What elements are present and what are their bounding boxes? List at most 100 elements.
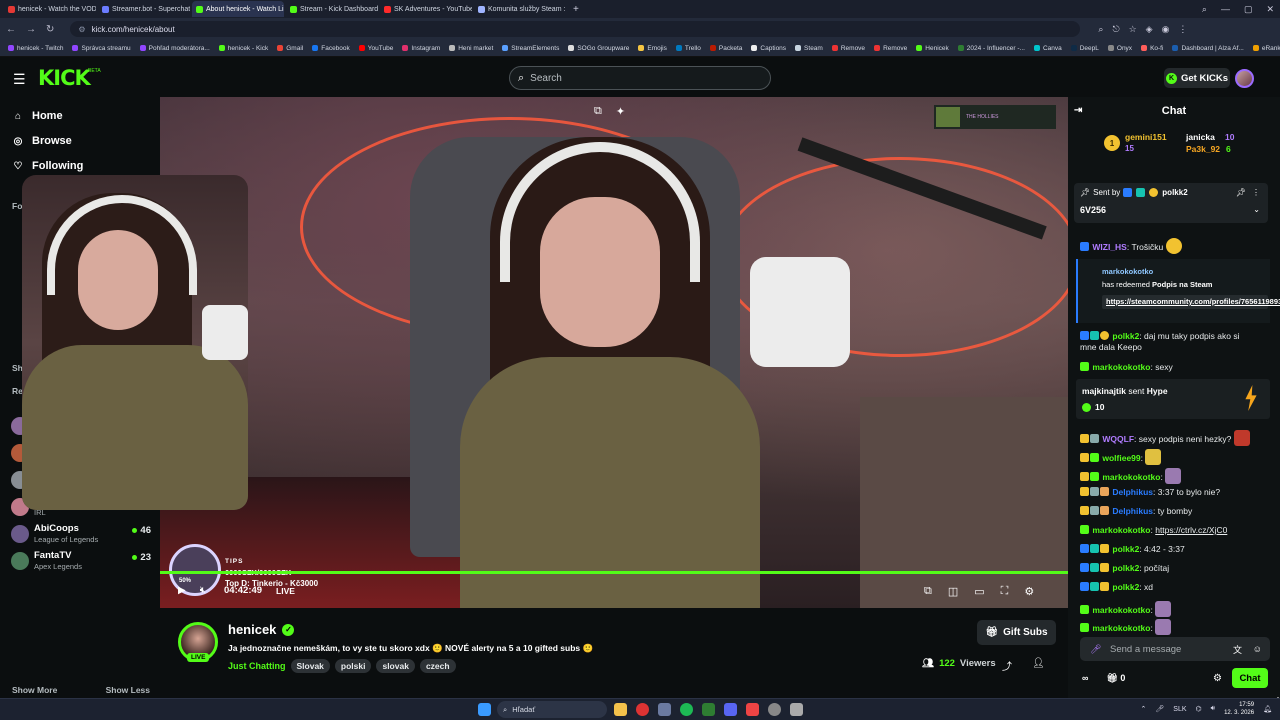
bookmark-item[interactable]: DeepL <box>1070 45 1099 52</box>
chat-message[interactable]: WQQLF: sexy podpis neni hezky? <box>1080 430 1270 446</box>
bookmark-item[interactable]: Trello <box>675 45 701 52</box>
maximize-icon[interactable]: ▢ <box>1244 4 1253 15</box>
chat-message-input[interactable]: 🎤︎ Send a message 文 ☺ <box>1080 637 1270 661</box>
more-options-icon[interactable]: ⋮ <box>1252 188 1260 197</box>
app-icon[interactable] <box>746 703 759 716</box>
redeem-link[interactable]: https://steamcommunity.com/profiles/7656… <box>1102 295 1280 309</box>
mute-icon[interactable]: 🔇︎ <box>200 585 206 596</box>
live-indicator[interactable]: LIVE <box>276 586 295 596</box>
obs-icon[interactable] <box>768 703 781 716</box>
chevron-down-icon[interactable]: ⌄ <box>1253 205 1260 214</box>
gift-subs-button[interactable]: 🎁︎ Gift Subs <box>977 620 1056 645</box>
emoji-icon[interactable]: ☺ <box>1253 644 1262 654</box>
opera-icon[interactable] <box>636 703 649 716</box>
steam-icon[interactable] <box>658 703 671 716</box>
chat-message[interactable]: WIZI_HS: Trošičku <box>1080 238 1270 254</box>
chat-message[interactable]: Delphikus: 3:37 to bylo nie? <box>1080 487 1270 498</box>
minimize-icon[interactable]: — <box>1221 4 1230 14</box>
star-icon[interactable]: ☆ <box>1129 24 1137 35</box>
kick-logo[interactable]: KICK <box>38 66 91 90</box>
start-icon[interactable] <box>478 703 491 716</box>
sidebar-item-following[interactable]: ♡ Following <box>12 160 84 172</box>
bookmark-item[interactable]: henicek - Kick <box>218 45 268 52</box>
chat-username[interactable]: markokokotko <box>1092 362 1150 372</box>
translate-icon[interactable]: 文 <box>1233 643 1242 656</box>
bookmark-item[interactable]: StreamElements <box>502 45 559 52</box>
leader-name[interactable]: Pa3k_92 <box>1186 144 1220 154</box>
browser-tab[interactable]: SK Adventures - YouTube✕ <box>380 1 472 17</box>
file-explorer-icon[interactable] <box>614 703 627 716</box>
bookmark-item[interactable]: Dashboard | Alza Af... <box>1172 45 1244 52</box>
chat-message[interactable]: markokokotko: https://ctrlv.cz/XjC0 <box>1080 525 1270 536</box>
video-player[interactable]: ⧉ ✦ THE HOLLIES <box>160 97 1068 608</box>
collapse-chat-icon[interactable]: ⇥ <box>1074 105 1082 116</box>
stream-category[interactable]: Just Chatting <box>228 661 286 671</box>
chat-message[interactable]: polkk2: xd <box>1080 582 1270 593</box>
bookmark-item[interactable]: Heni market <box>449 45 493 52</box>
menu-icon[interactable]: ⋮ <box>1178 24 1187 35</box>
search-tabs-icon[interactable]: ⌕ <box>1202 4 1207 15</box>
chat-username[interactable]: markokokotko <box>1102 472 1160 482</box>
bookmark-item[interactable]: Správca streamu <box>72 45 131 52</box>
mic-tray-icon[interactable]: 🎤︎ <box>1155 705 1164 713</box>
chat-username[interactable]: WIZI_HS <box>1092 242 1126 252</box>
unpin-icon[interactable]: 📌︎ <box>1236 188 1246 197</box>
volume-icon[interactable]: 🔊︎ <box>1211 705 1215 713</box>
bookmark-item[interactable]: Pohľad moderátora... <box>139 45 210 52</box>
url-input[interactable]: ⚙ kick.com/henicek/about <box>70 21 1081 37</box>
bookmark-item[interactable]: Captions <box>751 45 786 52</box>
share-icon[interactable]: ⎋ <box>1112 24 1119 35</box>
browser-tab[interactable]: Streamer.bot - Superchat✕ <box>98 1 190 17</box>
settings-icon[interactable]: ⚙ <box>1024 585 1034 598</box>
chevron-up-icon[interactable]: ⌃ <box>1141 705 1147 713</box>
forward-icon[interactable]: → <box>26 24 36 35</box>
chat-message[interactable]: polkk2: 4:42 - 3:37 <box>1080 544 1270 555</box>
bookmark-item[interactable]: Remove <box>874 45 907 52</box>
zoom-icon[interactable]: ⌕ <box>1098 24 1103 35</box>
taskbar-search[interactable]: ⌕ Hľadať <box>497 701 607 718</box>
share-stream-icon[interactable]: ⤴ <box>1002 658 1012 673</box>
infinity-icon[interactable]: ∞ <box>1082 673 1088 683</box>
play-icon[interactable]: ▶ <box>178 585 186 596</box>
leader-name[interactable]: gemini151 <box>1125 132 1167 142</box>
search-input[interactable]: ⌕ Search <box>509 66 771 90</box>
clip-icon[interactable]: ⧉ <box>594 105 602 118</box>
theater-mode-icon[interactable]: ▭ <box>974 585 984 598</box>
notification-icon[interactable]: 🔔︎ <box>1263 705 1272 713</box>
hamburger-menu-icon[interactable]: ☰ <box>13 71 26 88</box>
close-window-icon[interactable]: ✕ <box>1266 4 1274 15</box>
bookmark-item[interactable]: eRank <box>1252 45 1280 52</box>
bookmark-item[interactable]: Remove <box>831 45 865 52</box>
chat-message[interactable]: polkk2: počítaj <box>1080 563 1270 574</box>
reload-icon[interactable]: ↻ <box>46 24 54 35</box>
sidebar-channel[interactable]: AbiCoops League of Legends 46 <box>11 523 151 547</box>
browser-tab[interactable]: Komunita služby Steam :✕ <box>474 1 566 17</box>
chat-username[interactable]: polkk2 <box>1112 582 1139 592</box>
pip-icon[interactable]: ⧉ <box>924 585 932 598</box>
send-chat-button[interactable]: Chat <box>1232 668 1268 688</box>
sidebar-item-home[interactable]: ⌂ Home <box>12 110 63 122</box>
get-kicks-button[interactable]: K Get KICKs <box>1164 68 1230 88</box>
bookmark-item[interactable]: henicek - Twitch <box>8 45 63 52</box>
redeem-user[interactable]: markokokotko <box>1102 267 1153 276</box>
clock[interactable]: 17:59 12. 3. 2026 <box>1224 701 1254 717</box>
app-icon[interactable] <box>790 703 803 716</box>
bookmark-item[interactable]: Gmail <box>277 45 303 52</box>
bookmark-item[interactable]: YouTube <box>358 45 393 52</box>
spotify-icon[interactable] <box>680 703 693 716</box>
network-icon[interactable]: ⌬ <box>1196 705 1202 713</box>
extension-icon[interactable]: ◈ <box>1146 24 1153 35</box>
discord-icon[interactable] <box>724 703 737 716</box>
sidebar-item-browse[interactable]: ◎ Browse <box>12 135 72 147</box>
chat-message[interactable]: Delphikus: ty bomby <box>1080 506 1270 517</box>
bookmark-item[interactable]: Emojis <box>638 45 667 52</box>
tag[interactable]: czech <box>419 659 456 673</box>
pinned-user[interactable]: polkk2 <box>1162 188 1187 197</box>
new-tab-icon[interactable]: + <box>568 4 584 15</box>
chat-message[interactable]: polkk2: daj mu taky podpis ako si <box>1080 331 1270 342</box>
tag[interactable]: Slovak <box>290 659 330 673</box>
excel-icon[interactable] <box>702 703 715 716</box>
bookmark-item[interactable]: Canva <box>1033 45 1062 52</box>
chat-username[interactable]: WQQLF <box>1102 434 1134 444</box>
bookmark-item[interactable]: Steam <box>795 45 823 52</box>
